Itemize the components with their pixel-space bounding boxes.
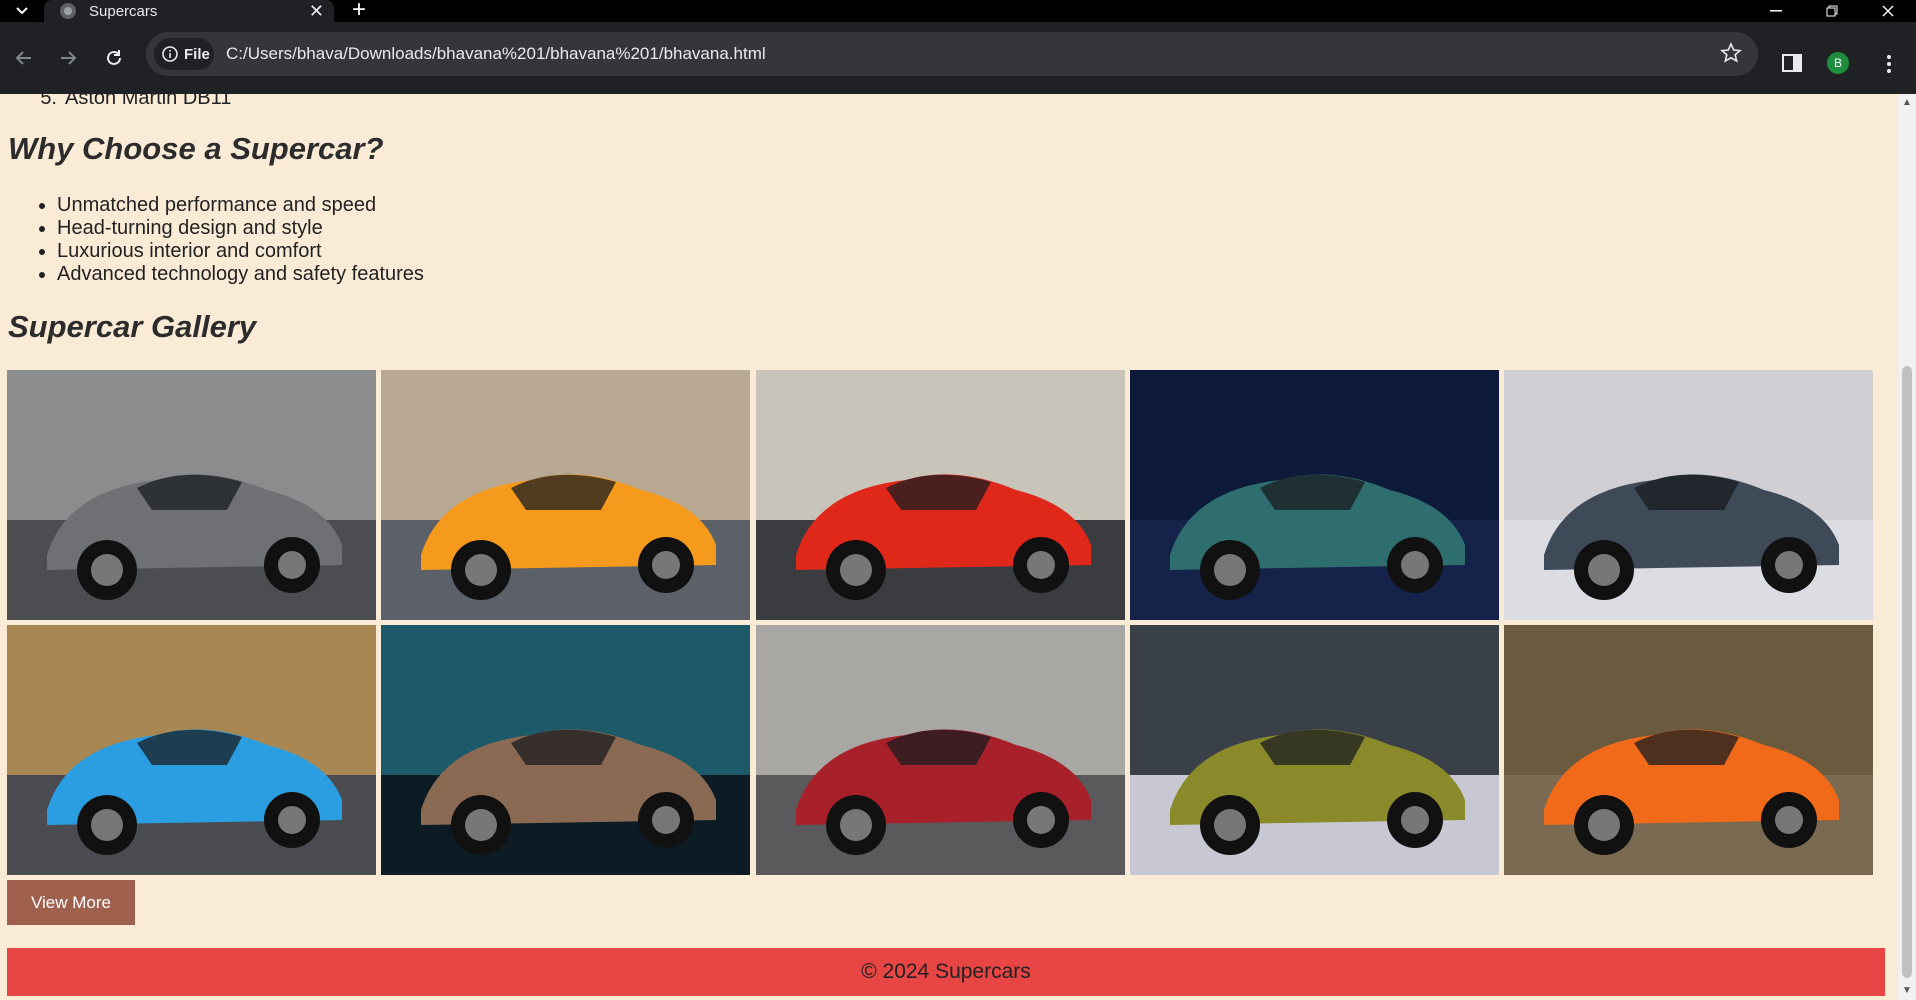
tab-title: Supercars (89, 2, 158, 20)
close-icon (1882, 5, 1894, 17)
page-content: 5. Aston Martin DB11 Why Choose a Superca… (0, 94, 1898, 1000)
teal-hypercar-photo (1130, 370, 1499, 620)
copyright-text: © 2024 Supercars (861, 960, 1031, 983)
gallery-image-3[interactable] (756, 370, 1125, 620)
profile-avatar[interactable]: B (1827, 52, 1849, 74)
gallery-image-8[interactable] (756, 625, 1125, 875)
gallery-image-9[interactable] (1130, 625, 1499, 875)
close-tab-icon[interactable]: ✕ (309, 1, 324, 22)
feature-item: Luxurious interior and comfort (57, 240, 424, 263)
new-tab-button[interactable]: + (352, 0, 366, 22)
reload-button[interactable] (98, 42, 130, 74)
olive-supercar-photo (1130, 625, 1499, 875)
minimize-button[interactable] (1756, 0, 1796, 22)
minimize-icon (1770, 10, 1782, 12)
blue-hypercar-photo (7, 625, 376, 875)
scroll-up-arrow[interactable]: ▲ (1902, 98, 1912, 108)
features-list: Unmatched performance and speed Head-tur… (0, 194, 424, 286)
more-menu-icon[interactable] (1886, 54, 1892, 74)
browser-toolbar: File C:/Users/bhava/Downloads/bhavana%20… (0, 22, 1916, 94)
globe-icon (60, 3, 76, 19)
address-bar[interactable]: File C:/Users/bhava/Downloads/bhavana%20… (146, 32, 1758, 76)
feature-item: Unmatched performance and speed (57, 194, 424, 217)
arrow-right-icon (61, 51, 77, 65)
back-button[interactable] (8, 42, 40, 74)
footer: © 2024 Supercars (7, 948, 1885, 996)
restore-button[interactable] (1812, 0, 1852, 22)
gallery-image-10[interactable] (1504, 625, 1873, 875)
bronze-sportscar-photo (381, 625, 750, 875)
restore-icon (1826, 5, 1838, 17)
gallery-image-4[interactable] (1130, 370, 1499, 620)
vertical-scrollbar[interactable]: ▲ ▼ (1898, 94, 1916, 1000)
top-cars-list-item: 5. Aston Martin DB11 (33, 94, 231, 110)
gray-coupe-photo (7, 370, 376, 620)
tab-strip: Supercars ✕ + (0, 0, 1916, 22)
file-label: File (184, 45, 210, 63)
red-gullwing-hypercar-photo (756, 625, 1125, 875)
red-supercar-photo (756, 370, 1125, 620)
gallery-image-2[interactable] (381, 370, 750, 620)
tab-search-button[interactable] (7, 0, 37, 22)
scroll-down-arrow[interactable]: ▼ (1902, 986, 1912, 996)
url-text: C:/Users/bhava/Downloads/bhavana%201/bha… (226, 44, 766, 63)
feature-item: Head-turning design and style (57, 217, 424, 240)
feature-item: Advanced technology and safety features (57, 263, 424, 286)
orange-black-racecar-photo (1504, 625, 1873, 875)
list-number: 5. (40, 94, 57, 109)
blue-gray-hypercar-photo (1504, 370, 1873, 620)
gallery-image-6[interactable] (7, 625, 376, 875)
view-more-button[interactable]: View More (7, 880, 135, 925)
side-panel-icon[interactable] (1782, 54, 1802, 72)
gallery-image-1[interactable] (7, 370, 376, 620)
forward-button[interactable] (52, 42, 84, 74)
info-icon (162, 46, 178, 62)
site-info-chip[interactable]: File (154, 38, 214, 70)
bookmark-star-icon[interactable] (1720, 42, 1742, 64)
gallery-heading: Supercar Gallery (8, 309, 257, 344)
arrow-left-icon (15, 51, 31, 65)
tab-supercars[interactable]: Supercars ✕ (44, 0, 334, 22)
gallery-image-7[interactable] (381, 625, 750, 875)
gallery-image-5[interactable] (1504, 370, 1873, 620)
chevron-down-icon (16, 7, 28, 15)
reload-icon (107, 50, 121, 65)
close-window-button[interactable] (1868, 0, 1908, 22)
list-item-text: Aston Martin DB11 (65, 94, 232, 109)
scrollbar-thumb[interactable] (1902, 366, 1912, 978)
orange-supercar-photo (381, 370, 750, 620)
why-choose-heading: Why Choose a Supercar? (8, 131, 384, 166)
